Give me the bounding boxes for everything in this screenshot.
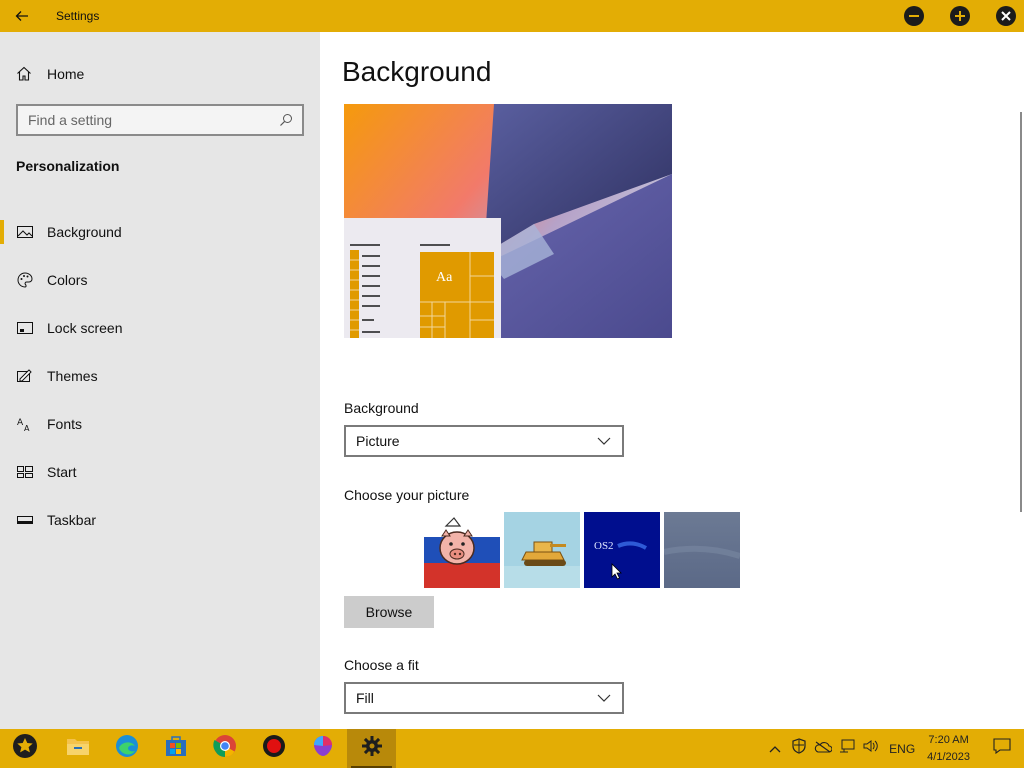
fit-dropdown[interactable]: Fill [344, 682, 624, 714]
shield-icon [792, 738, 806, 759]
section-title: Personalization [16, 158, 120, 174]
sidebar-item-label: Taskbar [47, 512, 97, 528]
page-title: Background [342, 56, 492, 87]
sidebar-item-label: Background [47, 224, 122, 240]
lock-screen-icon [17, 320, 33, 336]
picture-icon [17, 224, 33, 240]
nav-list: Background Colors Lock screen Themes AA … [0, 208, 320, 544]
taskbar-icon [17, 512, 33, 528]
browse-button[interactable]: Browse [344, 596, 434, 628]
window-title: Settings [56, 9, 100, 23]
star-icon [12, 733, 38, 764]
svg-text:A: A [17, 418, 24, 428]
background-dropdown-value: Picture [356, 433, 400, 449]
fonts-icon: AA [17, 416, 33, 432]
onedrive-tray-button[interactable] [811, 729, 835, 768]
search-input[interactable] [28, 112, 278, 128]
volume-tray-button[interactable] [859, 729, 883, 768]
fit-dropdown-value: Fill [356, 690, 374, 706]
sidebar: Home Personalization Background Colors L… [0, 32, 320, 729]
title-bar: Settings [0, 0, 1024, 32]
svg-text:A: A [24, 424, 30, 432]
background-label: Background [344, 400, 419, 416]
start-icon [17, 464, 33, 480]
sidebar-item-themes[interactable]: Themes [0, 352, 320, 400]
notification-center-button[interactable] [980, 729, 1024, 768]
thumbnail-os2-text: OS2 [594, 540, 614, 552]
record-icon [262, 734, 286, 763]
thumbnail-pig[interactable] [424, 512, 500, 588]
sidebar-item-colors[interactable]: Colors [0, 256, 320, 304]
notification-icon [993, 738, 1011, 759]
taskbar-edge[interactable] [102, 729, 151, 768]
home-icon [16, 66, 32, 82]
sidebar-item-background[interactable]: Background [0, 208, 320, 256]
network-icon [839, 739, 855, 758]
taskbar-paint-app[interactable] [298, 729, 347, 768]
minimize-button[interactable] [904, 6, 924, 26]
home-link[interactable]: Home [16, 64, 84, 84]
sidebar-item-fonts[interactable]: AA Fonts [0, 400, 320, 448]
clock-date: 4/1/2023 [927, 750, 970, 763]
taskbar-settings[interactable] [347, 729, 396, 768]
chevron-down-icon [596, 690, 612, 706]
sidebar-item-label: Fonts [47, 416, 83, 432]
store-icon [165, 735, 187, 762]
thumbnail-os2-warp[interactable]: OS2 [584, 512, 660, 588]
chrome-icon [212, 734, 237, 763]
sidebar-item-label: Lock screen [47, 320, 123, 336]
sidebar-item-lock-screen[interactable]: Lock screen [0, 304, 320, 352]
arrow-left-icon [14, 8, 30, 24]
back-button[interactable] [0, 0, 44, 32]
speaker-icon [863, 739, 879, 758]
folder-icon [66, 736, 90, 761]
themes-icon [17, 368, 33, 384]
taskbar-explorer[interactable] [53, 729, 102, 768]
choose-fit-label: Choose a fit [344, 657, 419, 673]
sidebar-item-label: Start [47, 464, 77, 480]
chevron-up-icon [769, 740, 781, 758]
show-hidden-icons-button[interactable] [763, 729, 787, 768]
preview-tile-text: Aa [436, 270, 453, 285]
choose-picture-label: Choose your picture [344, 487, 470, 503]
thumbnail-gray[interactable] [664, 512, 740, 588]
main-content: Background Aa Background Picture Choose … [320, 32, 1024, 729]
taskbar-record-app[interactable] [249, 729, 298, 768]
gear-icon [361, 735, 383, 762]
clock-time: 7:20 AM [928, 733, 969, 746]
language-indicator[interactable]: ENG [889, 742, 915, 756]
clock[interactable]: 7:20 AM 4/1/2023 [927, 732, 970, 766]
sidebar-item-label: Colors [47, 272, 88, 288]
sidebar-item-taskbar[interactable]: Taskbar [0, 496, 320, 544]
system-tray: ENG 7:20 AM 4/1/2023 [763, 729, 1024, 768]
maximize-button[interactable] [950, 6, 970, 26]
search-box[interactable] [16, 104, 304, 136]
close-button[interactable] [996, 6, 1016, 26]
network-tray-button[interactable] [835, 729, 859, 768]
search-icon[interactable] [278, 112, 294, 128]
edge-icon [115, 734, 139, 763]
picture-thumbnails: OS2 [424, 512, 740, 588]
taskbar-chrome[interactable] [200, 729, 249, 768]
palette-icon [17, 272, 33, 288]
security-tray-button[interactable] [787, 729, 811, 768]
home-label: Home [47, 66, 85, 82]
scrollbar[interactable] [1020, 112, 1022, 512]
desktop-preview: Aa [344, 104, 672, 350]
taskbar-store[interactable] [151, 729, 200, 768]
taskbar: ENG 7:20 AM 4/1/2023 [0, 729, 1024, 768]
cloud-off-icon [814, 740, 833, 758]
sidebar-item-label: Themes [47, 368, 98, 384]
background-dropdown[interactable]: Picture [344, 425, 624, 457]
start-button[interactable] [0, 729, 49, 768]
thumbnail-tank[interactable] [504, 512, 580, 588]
paint-icon [311, 734, 335, 763]
sidebar-item-start[interactable]: Start [0, 448, 320, 496]
chevron-down-icon [596, 433, 612, 449]
